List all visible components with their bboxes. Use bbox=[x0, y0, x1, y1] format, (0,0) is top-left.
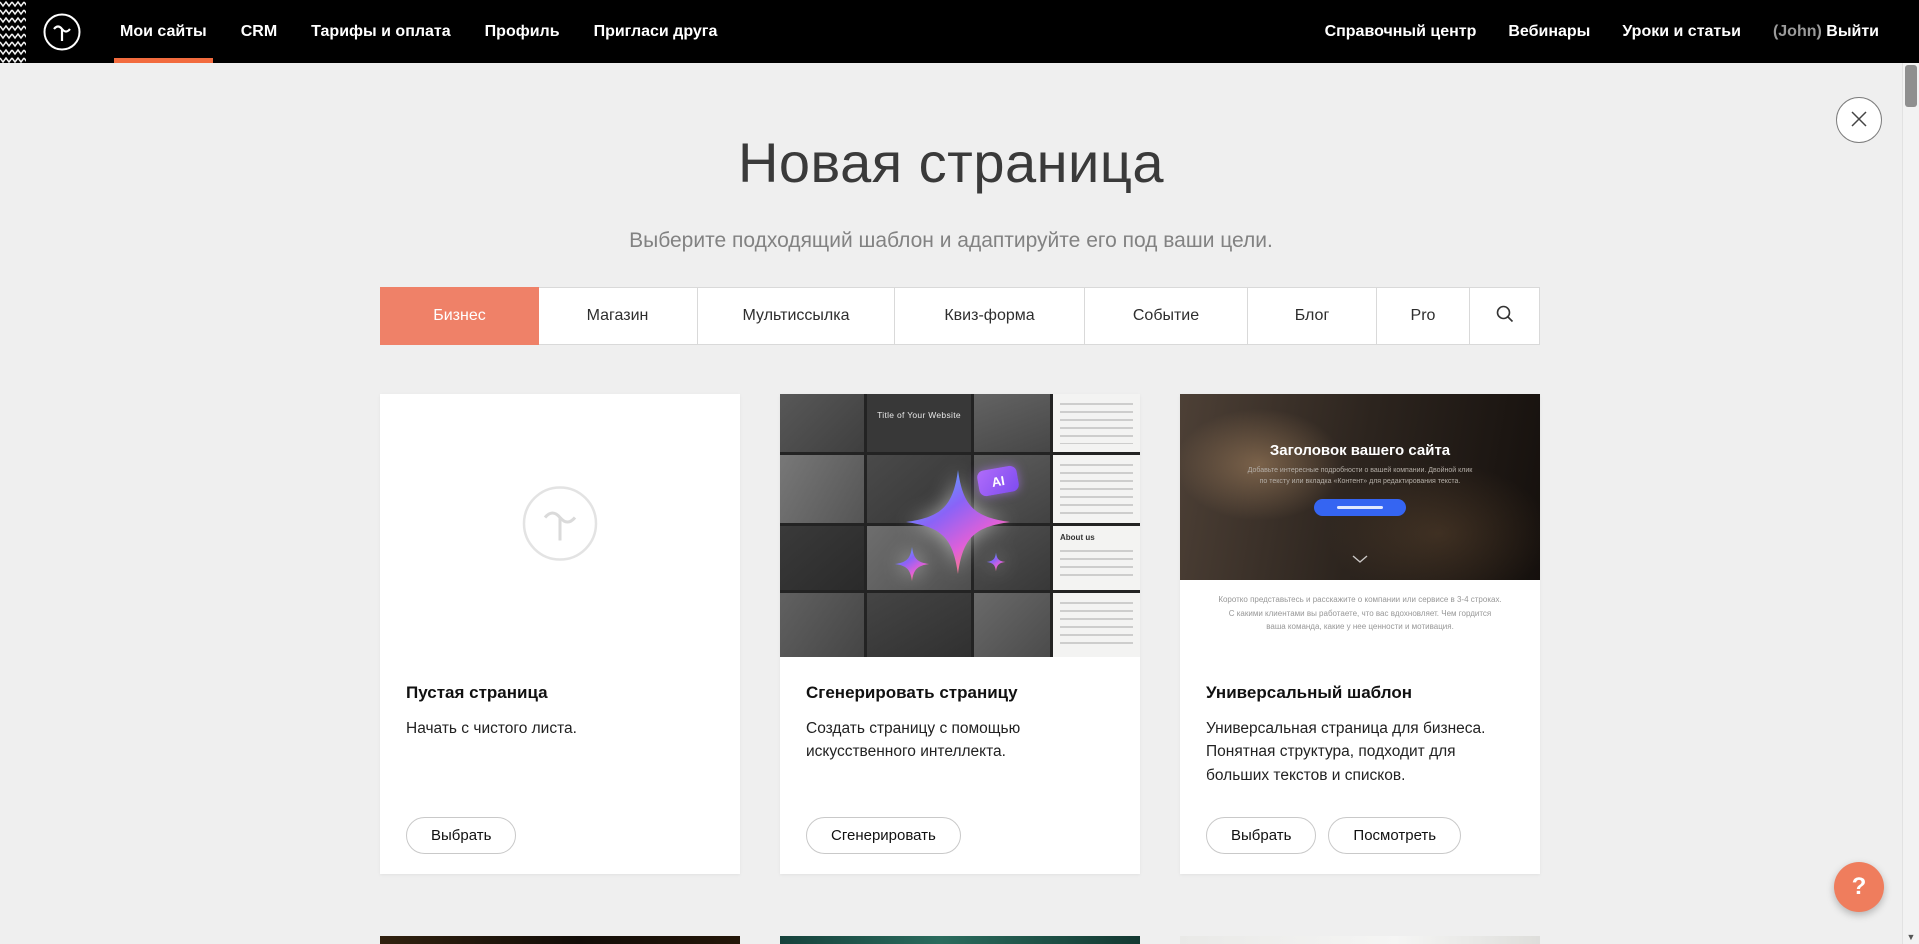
template-hero: Заголовок вашего сайта Добавьте интересн… bbox=[1180, 394, 1540, 580]
page-subtitle: Выберите подходящий шаблон и адаптируйте… bbox=[0, 229, 1902, 253]
navbar: Мои сайты CRM Тарифы и оплата Профиль Пр… bbox=[0, 0, 1919, 63]
templates-grid: Пустая страница Начать с чистого листа. … bbox=[380, 394, 1540, 874]
tilda-logo[interactable] bbox=[42, 12, 82, 52]
blank-page-preview bbox=[380, 394, 740, 657]
nav-item-my-sites[interactable]: Мои сайты bbox=[120, 0, 207, 63]
tab-search[interactable] bbox=[1470, 288, 1539, 344]
nav-item-help-center[interactable]: Справочный центр bbox=[1325, 0, 1477, 63]
close-button[interactable] bbox=[1836, 97, 1882, 143]
generate-preview-collage: Title of Your Website About us bbox=[780, 394, 1140, 657]
nav-item-tariffs[interactable]: Тарифы и оплата bbox=[311, 0, 451, 63]
card-title: Сгенерировать страницу bbox=[806, 683, 1114, 703]
choose-universal-button[interactable]: Выбрать bbox=[1206, 817, 1316, 854]
template-hero-title: Заголовок вашего сайта bbox=[1180, 394, 1540, 459]
nav-item-webinars[interactable]: Вебинары bbox=[1508, 0, 1590, 63]
logout-label: Выйти bbox=[1826, 23, 1879, 40]
next-row-card-preview bbox=[380, 936, 740, 944]
tab-multilink[interactable]: Мультиссылка bbox=[698, 288, 895, 344]
user-name: (John) bbox=[1773, 23, 1822, 40]
next-row-previews bbox=[380, 936, 1540, 944]
page-title: Новая страница bbox=[0, 130, 1902, 195]
navbar-left: Мои сайты CRM Тарифы и оплата Профиль Пр… bbox=[120, 0, 717, 63]
card-actions: Выбрать bbox=[406, 817, 516, 854]
tilda-watermark-icon bbox=[520, 483, 600, 568]
collage-site-title: Title of Your Website bbox=[867, 394, 971, 420]
search-icon bbox=[1495, 304, 1515, 329]
nav-item-logout[interactable]: (John) Выйти bbox=[1773, 0, 1879, 63]
zigzag-pattern bbox=[0, 0, 26, 63]
tab-business[interactable]: Бизнес bbox=[381, 288, 538, 344]
scroll-down-icon[interactable]: ▼ bbox=[1903, 932, 1919, 942]
template-hero-button bbox=[1314, 499, 1406, 516]
tab-pro[interactable]: Pro bbox=[1377, 288, 1470, 344]
card-description: Создать страницу с помощью искусственног… bbox=[806, 717, 1114, 764]
tab-event[interactable]: Событие bbox=[1085, 288, 1248, 344]
card-description: Универсальная страница для бизнеса. Поня… bbox=[1206, 717, 1514, 787]
card-title: Универсальный шаблон bbox=[1206, 683, 1514, 703]
next-row-card-preview bbox=[1180, 936, 1540, 944]
tab-blog[interactable]: Блог bbox=[1248, 288, 1377, 344]
card-generate-page: Title of Your Website About us bbox=[780, 394, 1140, 874]
nav-item-invite-friend[interactable]: Пригласи друга bbox=[594, 0, 718, 63]
close-icon bbox=[1850, 110, 1868, 131]
tab-quiz-form[interactable]: Квиз-форма bbox=[895, 288, 1085, 344]
nav-item-lessons[interactable]: Уроки и статьи bbox=[1622, 0, 1741, 63]
scrollbar-thumb[interactable] bbox=[1905, 65, 1917, 107]
view-universal-button[interactable]: Посмотреть bbox=[1328, 817, 1461, 854]
scrollbar[interactable]: ▼ bbox=[1902, 63, 1919, 944]
help-button[interactable]: ? bbox=[1834, 862, 1884, 912]
template-body-text: Коротко представьтесь и расскажите о ком… bbox=[1218, 593, 1502, 634]
choose-blank-button[interactable]: Выбрать bbox=[406, 817, 516, 854]
generate-button[interactable]: Сгенерировать bbox=[806, 817, 961, 854]
template-tabs: Бизнес Магазин Мультиссылка Квиз-форма С… bbox=[380, 287, 1540, 345]
card-title: Пустая страница bbox=[406, 683, 714, 703]
template-hero-subtitle: Добавьте интересные подробности о вашей … bbox=[1245, 466, 1475, 488]
card-body: Пустая страница Начать с чистого листа. bbox=[380, 657, 740, 766]
card-body: Сгенерировать страницу Создать страницу … bbox=[780, 657, 1140, 790]
universal-template-preview: Заголовок вашего сайта Добавьте интересн… bbox=[1180, 394, 1540, 657]
about-us-label: About us bbox=[1053, 526, 1140, 542]
nav-item-crm[interactable]: CRM bbox=[241, 0, 277, 63]
card-universal-template: Заголовок вашего сайта Добавьте интересн… bbox=[1180, 394, 1540, 874]
tab-shop[interactable]: Магазин bbox=[538, 288, 698, 344]
navbar-right: Справочный центр Вебинары Уроки и статьи… bbox=[1325, 0, 1919, 63]
next-row-card-preview bbox=[780, 936, 1140, 944]
card-description: Начать с чистого листа. bbox=[406, 717, 714, 740]
card-actions: Выбрать Посмотреть bbox=[1206, 817, 1461, 854]
template-body-section: Коротко представьтесь и расскажите о ком… bbox=[1180, 580, 1540, 634]
card-actions: Сгенерировать bbox=[806, 817, 961, 854]
card-blank-page: Пустая страница Начать с чистого листа. … bbox=[380, 394, 740, 874]
card-body: Универсальный шаблон Универсальная стран… bbox=[1180, 657, 1540, 813]
nav-item-profile[interactable]: Профиль bbox=[485, 0, 560, 63]
chevron-down-icon bbox=[1352, 550, 1368, 568]
